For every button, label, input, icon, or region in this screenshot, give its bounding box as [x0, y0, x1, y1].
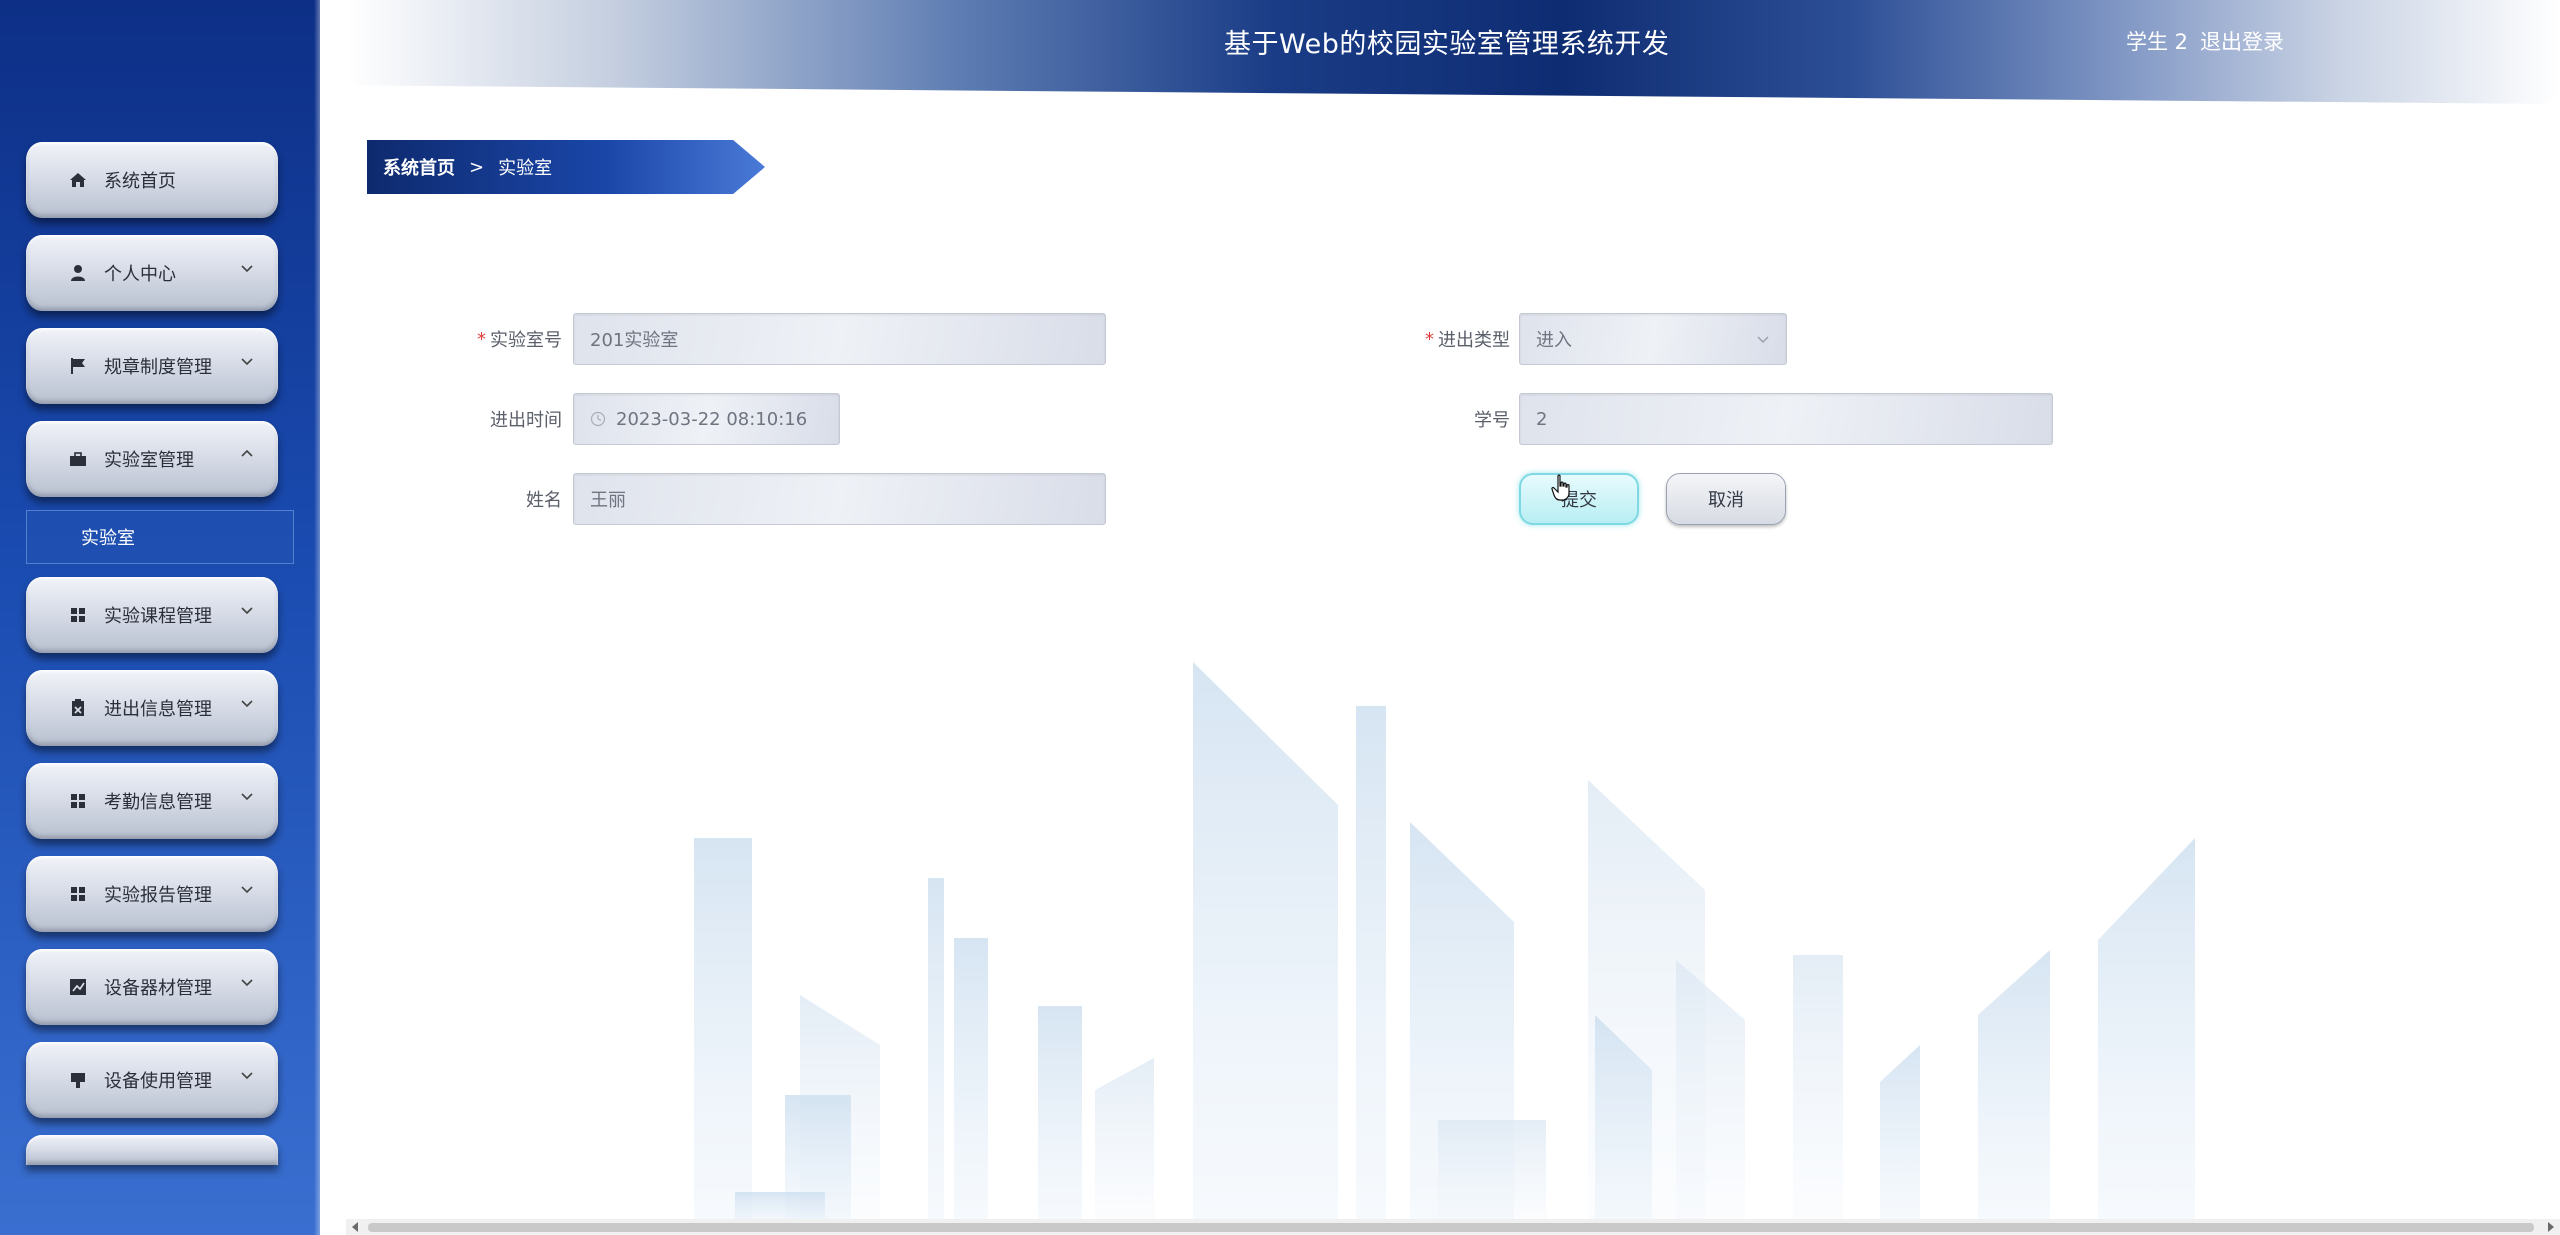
time-picker-value: 2023-03-22 08:10:16 [616, 408, 808, 430]
sidebar-item-label: 设备使用管理 [104, 1071, 212, 1092]
sidebar-item-lab-management[interactable]: 实验室管理 [26, 421, 278, 497]
device-icon [68, 1070, 88, 1090]
time-label: 进出时间 [490, 410, 562, 431]
chevron-down-icon [1756, 332, 1770, 346]
sidebar-item-equipment-usage[interactable]: 设备使用管理 [26, 1042, 278, 1118]
chevron-down-icon [240, 1068, 254, 1082]
scroll-right-arrow-icon[interactable] [2548, 1222, 2554, 1232]
lab-no-input[interactable]: 201实验室 [573, 313, 1106, 365]
sidebar-item-label: 规章制度管理 [104, 357, 212, 378]
required-mark: * [477, 328, 486, 350]
sidebar-subitem-lab[interactable]: 实验室 [26, 510, 294, 564]
sidebar-item-label: 实验课程管理 [104, 606, 212, 627]
horizontal-scrollbar[interactable] [346, 1219, 2560, 1235]
sidebar-item-label: 设备器材管理 [104, 978, 212, 999]
grid-icon [68, 884, 88, 904]
chevron-down-icon [240, 789, 254, 803]
sidebar-item-more[interactable] [26, 1135, 278, 1165]
chevron-down-icon [240, 696, 254, 710]
flag-icon [68, 356, 88, 376]
direction-label: * 进出类型 [1310, 313, 1510, 365]
direction-label-text: 进出类型 [1438, 330, 1510, 351]
current-user: 学生 2 [2126, 30, 2189, 54]
clock-icon [590, 411, 606, 427]
app-title: 基于Web的校园实验室管理系统开发 [1224, 29, 1670, 60]
sidebar-item-label: 考勤信息管理 [104, 792, 212, 813]
sidebar-menu: 系统首页 个人中心 规章制度管理 实验室管理 实验室 实验课程管理 进出信息管理… [26, 142, 294, 1165]
sidebar-item-course-management[interactable]: 实验课程管理 [26, 577, 278, 653]
name-input[interactable]: 王丽 [573, 473, 1106, 525]
home-icon [68, 170, 88, 190]
required-mark: * [1425, 328, 1434, 350]
breadcrumb-separator: > [469, 156, 485, 178]
sidebar-item-label: 个人中心 [104, 264, 176, 285]
scroll-left-arrow-icon[interactable] [352, 1222, 358, 1232]
chevron-down-icon [240, 354, 254, 368]
breadcrumb: 系统首页 > 实验室 [367, 140, 765, 194]
sidebar: 系统首页 个人中心 规章制度管理 实验室管理 实验室 实验课程管理 进出信息管理… [0, 0, 320, 1235]
chevron-down-icon [240, 975, 254, 989]
breadcrumb-current: 实验室 [498, 158, 553, 179]
sidebar-item-label: 系统首页 [104, 171, 176, 192]
grid-icon [68, 791, 88, 811]
sidebar-item-equipment[interactable]: 设备器材管理 [26, 949, 278, 1025]
direction-select[interactable]: 进入 [1519, 313, 1787, 365]
chart-icon [68, 977, 88, 997]
student-no-label: 学号 [1474, 410, 1510, 431]
chevron-down-icon [240, 261, 254, 275]
sidebar-item-regulations[interactable]: 规章制度管理 [26, 328, 278, 404]
direction-select-value: 进入 [1536, 330, 1572, 351]
lab-no-label-text: 实验室号 [490, 330, 562, 351]
sidebar-item-home[interactable]: 系统首页 [26, 142, 278, 218]
sidebar-item-label: 进出信息管理 [104, 699, 212, 720]
sidebar-item-lab-report[interactable]: 实验报告管理 [26, 856, 278, 932]
cancel-button[interactable]: 取消 [1666, 473, 1786, 525]
logout-link[interactable]: 退出登录 [2200, 26, 2284, 56]
sidebar-item-attendance[interactable]: 考勤信息管理 [26, 763, 278, 839]
sidebar-item-label: 实验室管理 [104, 450, 194, 471]
user-icon [68, 263, 88, 283]
sidebar-item-personal-center[interactable]: 个人中心 [26, 235, 278, 311]
name-label: 姓名 [526, 490, 562, 511]
city-skyline-background [694, 662, 2195, 1225]
scrollbar-thumb[interactable] [368, 1223, 2534, 1232]
submit-button[interactable]: 提交 [1519, 473, 1639, 525]
sidebar-item-label: 实验报告管理 [104, 885, 212, 906]
student-no-input[interactable]: 2 [1519, 393, 2053, 445]
time-picker[interactable]: 2023-03-22 08:10:16 [573, 393, 840, 445]
chevron-down-icon [240, 882, 254, 896]
lab-no-label: * 实验室号 [362, 313, 562, 365]
clipboard-icon [68, 698, 88, 718]
chevron-down-icon [240, 603, 254, 617]
breadcrumb-home-link[interactable]: 系统首页 [383, 154, 455, 180]
sidebar-item-access-info[interactable]: 进出信息管理 [26, 670, 278, 746]
chevron-up-icon [240, 447, 254, 461]
briefcase-icon [68, 449, 88, 469]
grid-icon [68, 605, 88, 625]
